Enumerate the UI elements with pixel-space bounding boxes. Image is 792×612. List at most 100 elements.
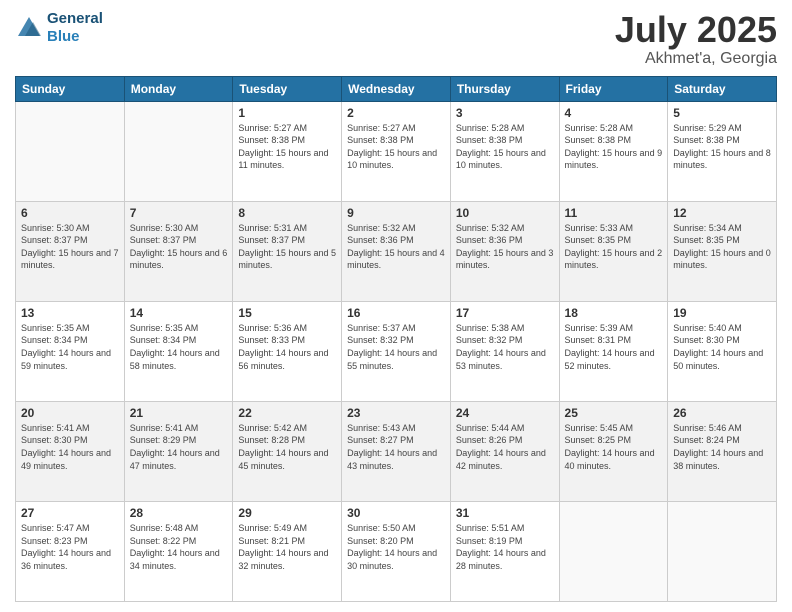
day-info: Sunrise: 5:40 AMSunset: 8:30 PMDaylight:… xyxy=(673,322,771,372)
calendar-cell: 2Sunrise: 5:27 AMSunset: 8:38 PMDaylight… xyxy=(342,101,451,201)
calendar-cell: 23 Sunrise: 5:43 AMSunset: 8:27 PMDayligh… xyxy=(342,401,451,501)
calendar-cell: 11 Sunrise: 5:33 AMSunset: 8:35 PMDayligh… xyxy=(559,201,668,301)
day-info: Sunrise: 5:37 AMSunset: 8:32 PMDaylight:… xyxy=(347,322,445,372)
calendar-cell: 5 Sunrise: 5:29 AMSunset: 8:38 PMDaylight… xyxy=(668,101,777,201)
calendar-cell: 24Sunrise: 5:44 AMSunset: 8:26 PMDayligh… xyxy=(450,401,559,501)
day-info: Sunrise: 5:42 AMSunset: 8:28 PMDaylight:… xyxy=(238,422,336,472)
day-number: 6 xyxy=(21,206,119,220)
day-number: 5 xyxy=(673,106,771,120)
day-number: 13 xyxy=(21,306,119,320)
weekday-header-sunday: Sunday xyxy=(16,76,125,101)
day-number: 28 xyxy=(130,506,228,520)
day-number: 20 xyxy=(21,406,119,420)
calendar-cell: 9 Sunrise: 5:32 AMSunset: 8:36 PMDaylight… xyxy=(342,201,451,301)
calendar-cell: 13 Sunrise: 5:35 AMSunset: 8:34 PMDayligh… xyxy=(16,301,125,401)
day-info: Sunrise: 5:33 AMSunset: 8:35 PMDaylight:… xyxy=(565,222,663,272)
day-number: 23 xyxy=(347,406,445,420)
header: General Blue July 2025 Akhmet'a, Georgia xyxy=(15,10,777,68)
calendar-cell: 4 Sunrise: 5:28 AMSunset: 8:38 PMDaylight… xyxy=(559,101,668,201)
day-info: Sunrise: 5:30 AMSunset: 8:37 PMDaylight:… xyxy=(21,222,119,272)
calendar-week-row: 27Sunrise: 5:47 AMSunset: 8:23 PMDayligh… xyxy=(16,501,777,601)
day-info: Sunrise: 5:28 AMSunset: 8:38 PMDaylight:… xyxy=(456,122,554,172)
weekday-header-tuesday: Tuesday xyxy=(233,76,342,101)
calendar-cell: 8 Sunrise: 5:31 AMSunset: 8:37 PMDaylight… xyxy=(233,201,342,301)
day-number: 9 xyxy=(347,206,445,220)
day-number: 30 xyxy=(347,506,445,520)
day-info: Sunrise: 5:43 AMSunset: 8:27 PMDaylight:… xyxy=(347,422,445,472)
calendar-cell: 14 Sunrise: 5:35 AMSunset: 8:34 PMDayligh… xyxy=(124,301,233,401)
calendar-cell: 30Sunrise: 5:50 AMSunset: 8:20 PMDayligh… xyxy=(342,501,451,601)
title-block: July 2025 Akhmet'a, Georgia xyxy=(615,10,777,68)
day-info: Sunrise: 5:31 AMSunset: 8:37 PMDaylight:… xyxy=(238,222,336,272)
day-number: 22 xyxy=(238,406,336,420)
calendar-cell: 7Sunrise: 5:30 AMSunset: 8:37 PMDaylight… xyxy=(124,201,233,301)
day-info: Sunrise: 5:35 AMSunset: 8:34 PMDaylight:… xyxy=(21,322,119,372)
calendar-cell xyxy=(124,101,233,201)
calendar-cell: 3 Sunrise: 5:28 AMSunset: 8:38 PMDaylight… xyxy=(450,101,559,201)
day-number: 8 xyxy=(238,206,336,220)
day-number: 29 xyxy=(238,506,336,520)
day-info: Sunrise: 5:49 AMSunset: 8:21 PMDaylight:… xyxy=(238,522,336,572)
calendar-cell: 28 Sunrise: 5:48 AMSunset: 8:22 PMDayligh… xyxy=(124,501,233,601)
calendar-cell: 25 Sunrise: 5:45 AMSunset: 8:25 PMDayligh… xyxy=(559,401,668,501)
weekday-header-wednesday: Wednesday xyxy=(342,76,451,101)
calendar-cell: 21 Sunrise: 5:41 AMSunset: 8:29 PMDayligh… xyxy=(124,401,233,501)
day-number: 21 xyxy=(130,406,228,420)
day-info: Sunrise: 5:47 AMSunset: 8:23 PMDaylight:… xyxy=(21,522,119,572)
day-number: 10 xyxy=(456,206,554,220)
day-info: Sunrise: 5:28 AMSunset: 8:38 PMDaylight:… xyxy=(565,122,663,172)
calendar-cell: 1 Sunrise: 5:27 AMSunset: 8:38 PMDaylight… xyxy=(233,101,342,201)
calendar-week-row: 6 Sunrise: 5:30 AMSunset: 8:37 PMDaylight… xyxy=(16,201,777,301)
day-number: 16 xyxy=(347,306,445,320)
title-location: Akhmet'a, Georgia xyxy=(615,50,777,68)
day-info: Sunrise: 5:39 AMSunset: 8:31 PMDaylight:… xyxy=(565,322,663,372)
day-info: Sunrise: 5:44 AMSunset: 8:26 PMDaylight:… xyxy=(456,422,554,472)
weekday-header-row: SundayMondayTuesdayWednesdayThursdayFrid… xyxy=(16,76,777,101)
calendar-cell: 6 Sunrise: 5:30 AMSunset: 8:37 PMDaylight… xyxy=(16,201,125,301)
day-info: Sunrise: 5:27 AMSunset: 8:38 PMDaylight:… xyxy=(238,122,336,172)
day-info: Sunrise: 5:41 AMSunset: 8:30 PMDaylight:… xyxy=(21,422,119,472)
calendar-cell: 12Sunrise: 5:34 AMSunset: 8:35 PMDayligh… xyxy=(668,201,777,301)
day-number: 1 xyxy=(238,106,336,120)
day-number: 4 xyxy=(565,106,663,120)
day-info: Sunrise: 5:32 AMSunset: 8:36 PMDaylight:… xyxy=(347,222,445,272)
day-number: 31 xyxy=(456,506,554,520)
calendar-week-row: 1 Sunrise: 5:27 AMSunset: 8:38 PMDaylight… xyxy=(16,101,777,201)
calendar-cell: 10 Sunrise: 5:32 AMSunset: 8:36 PMDayligh… xyxy=(450,201,559,301)
day-info: Sunrise: 5:41 AMSunset: 8:29 PMDaylight:… xyxy=(130,422,228,472)
day-info: Sunrise: 5:48 AMSunset: 8:22 PMDaylight:… xyxy=(130,522,228,572)
calendar-cell: 22 Sunrise: 5:42 AMSunset: 8:28 PMDayligh… xyxy=(233,401,342,501)
day-number: 7 xyxy=(130,206,228,220)
weekday-header-monday: Monday xyxy=(124,76,233,101)
calendar-week-row: 13 Sunrise: 5:35 AMSunset: 8:34 PMDayligh… xyxy=(16,301,777,401)
calendar-cell: 18 Sunrise: 5:39 AMSunset: 8:31 PMDayligh… xyxy=(559,301,668,401)
page: General Blue July 2025 Akhmet'a, Georgia… xyxy=(0,0,792,612)
weekday-header-saturday: Saturday xyxy=(668,76,777,101)
day-number: 14 xyxy=(130,306,228,320)
day-info: Sunrise: 5:45 AMSunset: 8:25 PMDaylight:… xyxy=(565,422,663,472)
calendar-cell: 17 Sunrise: 5:38 AMSunset: 8:32 PMDayligh… xyxy=(450,301,559,401)
weekday-header-thursday: Thursday xyxy=(450,76,559,101)
logo: General Blue xyxy=(15,10,103,46)
day-number: 25 xyxy=(565,406,663,420)
weekday-header-friday: Friday xyxy=(559,76,668,101)
day-info: Sunrise: 5:34 AMSunset: 8:35 PMDaylight:… xyxy=(673,222,771,272)
day-info: Sunrise: 5:38 AMSunset: 8:32 PMDaylight:… xyxy=(456,322,554,372)
day-number: 18 xyxy=(565,306,663,320)
day-info: Sunrise: 5:29 AMSunset: 8:38 PMDaylight:… xyxy=(673,122,771,172)
day-info: Sunrise: 5:46 AMSunset: 8:24 PMDaylight:… xyxy=(673,422,771,472)
calendar-cell xyxy=(16,101,125,201)
day-info: Sunrise: 5:27 AMSunset: 8:38 PMDaylight:… xyxy=(347,122,445,172)
day-number: 3 xyxy=(456,106,554,120)
calendar-cell: 15Sunrise: 5:36 AMSunset: 8:33 PMDayligh… xyxy=(233,301,342,401)
calendar-cell: 20 Sunrise: 5:41 AMSunset: 8:30 PMDayligh… xyxy=(16,401,125,501)
calendar-cell: 19 Sunrise: 5:40 AMSunset: 8:30 PMDayligh… xyxy=(668,301,777,401)
day-number: 19 xyxy=(673,306,771,320)
calendar-table: SundayMondayTuesdayWednesdayThursdayFrid… xyxy=(15,76,777,602)
calendar-cell xyxy=(559,501,668,601)
day-info: Sunrise: 5:32 AMSunset: 8:36 PMDaylight:… xyxy=(456,222,554,272)
calendar-cell: 26Sunrise: 5:46 AMSunset: 8:24 PMDayligh… xyxy=(668,401,777,501)
day-number: 11 xyxy=(565,206,663,220)
day-number: 17 xyxy=(456,306,554,320)
day-info: Sunrise: 5:35 AMSunset: 8:34 PMDaylight:… xyxy=(130,322,228,372)
